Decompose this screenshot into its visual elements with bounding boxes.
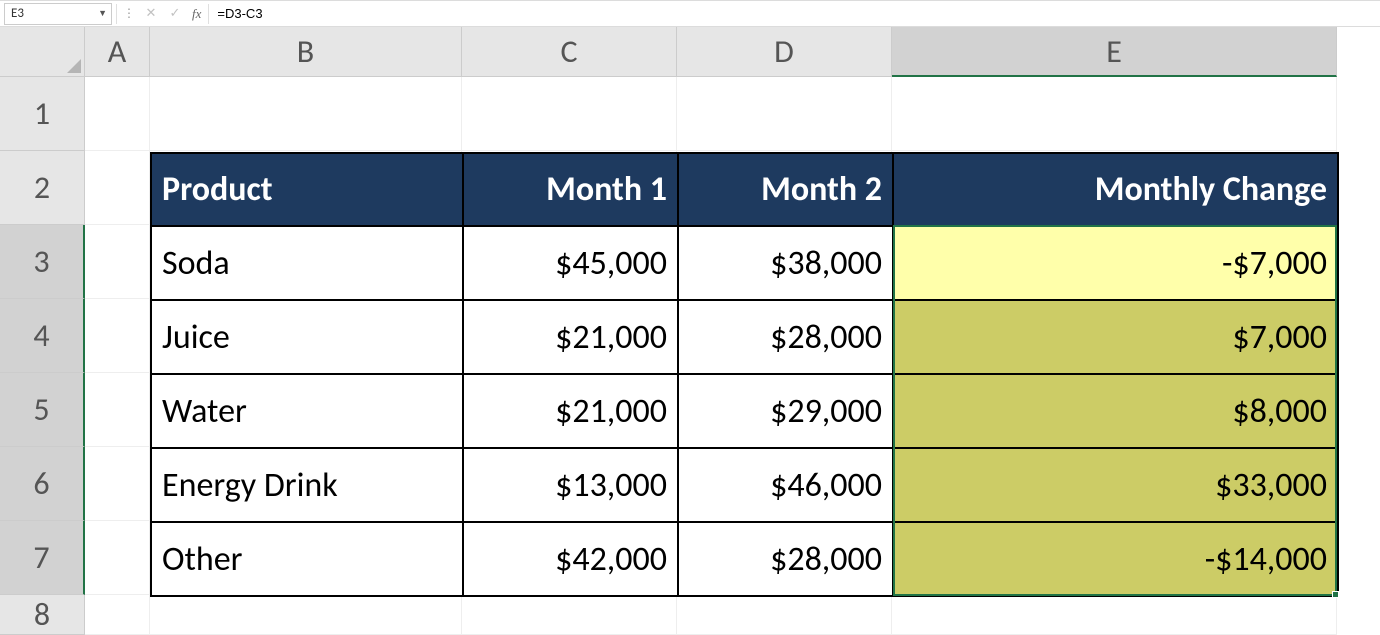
cell-month1[interactable]: $42,000 [463, 522, 678, 596]
cell-month2[interactable]: $28,000 [678, 522, 893, 596]
cell-a2[interactable] [85, 151, 150, 225]
row-header-4[interactable]: 4 [0, 299, 85, 373]
cancel-icon: ✕ [139, 3, 163, 25]
column-header-d[interactable]: D [677, 27, 892, 77]
cell-month2[interactable]: $29,000 [678, 374, 893, 448]
cell-month1[interactable]: $45,000 [463, 226, 678, 300]
row-header-2[interactable]: 2 [0, 151, 85, 225]
cell-d1[interactable] [677, 77, 892, 151]
data-table: Product Month 1 Month 2 Monthly Change S… [150, 152, 1339, 597]
row-header-3[interactable]: 3 [0, 225, 85, 299]
table-row: Soda $45,000 $38,000 -$7,000 [151, 226, 1338, 300]
header-product[interactable]: Product [151, 153, 463, 226]
row-header-7[interactable]: 7 [0, 521, 85, 595]
header-month1[interactable]: Month 1 [463, 153, 678, 226]
cell-a6[interactable] [85, 447, 150, 521]
cell-product[interactable]: Other [151, 522, 463, 596]
row-header-5[interactable]: 5 [0, 373, 85, 447]
cell-b8[interactable] [150, 595, 462, 635]
table-row: Water $21,000 $29,000 $8,000 [151, 374, 1338, 448]
name-box[interactable]: E3 ▼ [4, 3, 112, 25]
cell-change[interactable]: -$14,000 [893, 522, 1338, 596]
column-header-a[interactable]: A [85, 27, 150, 77]
cell-a8[interactable] [85, 595, 150, 635]
formula-input[interactable] [211, 3, 1380, 25]
cell-month2[interactable]: $38,000 [678, 226, 893, 300]
cell-month1[interactable]: $21,000 [463, 300, 678, 374]
separator [208, 4, 209, 24]
cell-product[interactable]: Soda [151, 226, 463, 300]
cell-product[interactable]: Energy Drink [151, 448, 463, 522]
cell-product[interactable]: Water [151, 374, 463, 448]
enter-icon: ✓ [163, 3, 187, 25]
cell-e1[interactable] [892, 77, 1337, 151]
row-header-8[interactable]: 8 [0, 595, 85, 635]
separator [116, 4, 117, 24]
cell-d8[interactable] [677, 595, 892, 635]
cell-month1[interactable]: $13,000 [463, 448, 678, 522]
cell-month1[interactable]: $21,000 [463, 374, 678, 448]
cell-month2[interactable]: $46,000 [678, 448, 893, 522]
row-header-6[interactable]: 6 [0, 447, 85, 521]
formula-bar: E3 ▼ ⋮ ✕ ✓ fx [0, 0, 1380, 27]
cell-change[interactable]: -$7,000 [893, 226, 1338, 300]
table-row: Energy Drink $13,000 $46,000 $33,000 [151, 448, 1338, 522]
cell-e8[interactable] [892, 595, 1337, 635]
table-row: Juice $21,000 $28,000 $7,000 [151, 300, 1338, 374]
cell-a5[interactable] [85, 373, 150, 447]
column-header-c[interactable]: C [462, 27, 677, 77]
cell-a7[interactable] [85, 521, 150, 595]
column-header-b[interactable]: B [150, 27, 462, 77]
table-row: Other $42,000 $28,000 -$14,000 [151, 522, 1338, 596]
chevron-down-icon[interactable]: ▼ [98, 8, 107, 19]
dots-icon: ⋮ [119, 6, 139, 21]
cell-a4[interactable] [85, 299, 150, 373]
cell-c1[interactable] [462, 77, 677, 151]
cell-month2[interactable]: $28,000 [678, 300, 893, 374]
cell-reference: E3 [11, 6, 24, 21]
cell-a1[interactable] [85, 77, 150, 151]
cell-product[interactable]: Juice [151, 300, 463, 374]
table-header-row: Product Month 1 Month 2 Monthly Change [151, 153, 1338, 226]
cell-change[interactable]: $7,000 [893, 300, 1338, 374]
column-header-e[interactable]: E [892, 27, 1337, 77]
header-month2[interactable]: Month 2 [678, 153, 893, 226]
cell-b1[interactable] [150, 77, 462, 151]
fx-icon[interactable]: fx [187, 6, 206, 22]
row-header-1[interactable]: 1 [0, 77, 85, 151]
cell-change[interactable]: $8,000 [893, 374, 1338, 448]
cell-change[interactable]: $33,000 [893, 448, 1338, 522]
cell-a3[interactable] [85, 225, 150, 299]
select-all-triangle-icon [67, 59, 81, 73]
header-change[interactable]: Monthly Change [893, 153, 1338, 226]
select-all-corner[interactable] [0, 27, 85, 77]
cell-c8[interactable] [462, 595, 677, 635]
